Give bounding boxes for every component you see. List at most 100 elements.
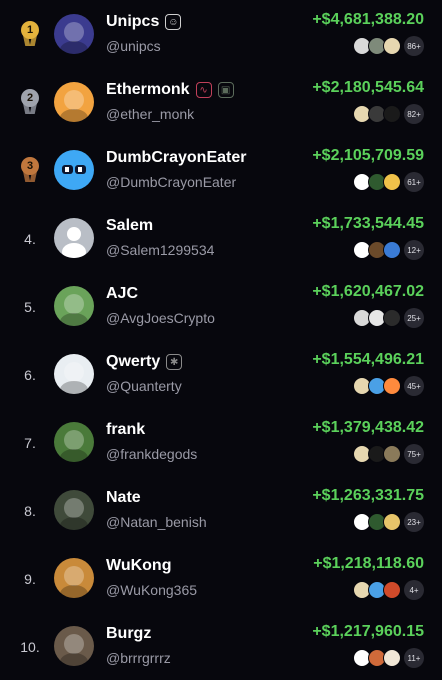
leaderboard-row[interactable]: 7. frank @frankdegods +$1,379,438.42 75+ xyxy=(0,408,442,476)
nft-thumbnail-icon[interactable] xyxy=(383,173,401,191)
trader-handle[interactable]: @WuKong365 xyxy=(106,582,197,598)
name-line: Nate xyxy=(106,488,141,508)
anime-avatar[interactable] xyxy=(54,558,94,598)
more-holdings-count[interactable]: 4+ xyxy=(404,580,424,600)
nft-thumbnail-icon[interactable] xyxy=(383,37,401,55)
more-holdings-count[interactable]: 82+ xyxy=(404,104,424,124)
verified-badge-icon: ✱ xyxy=(166,354,183,370)
pnl-value: +$1,379,438.42 xyxy=(312,419,424,436)
nft-holdings[interactable]: 4+ xyxy=(353,580,424,600)
trader-name[interactable]: Qwerty xyxy=(106,353,160,371)
nft-holdings[interactable]: 11+ xyxy=(353,648,424,668)
ape-avatar[interactable] xyxy=(54,286,94,326)
nft-thumbnail-icon[interactable] xyxy=(383,445,401,463)
leaderboard-row[interactable]: 6. Qwerty ✱ @Quanterty +$1,554,496.21 45+ xyxy=(0,340,442,408)
photo-avatar[interactable] xyxy=(54,490,94,530)
nft-thumbnail-icon[interactable] xyxy=(383,377,401,395)
trader-handle[interactable]: @brrrgrrrz xyxy=(106,650,171,666)
trader-handle[interactable]: @DumbCrayonEater xyxy=(106,174,236,190)
medal-rank-number: 2 xyxy=(21,89,39,107)
nft-thumbnail-icon[interactable] xyxy=(383,513,401,531)
more-holdings-count[interactable]: 45+ xyxy=(404,376,424,396)
nft-holdings[interactable]: 45+ xyxy=(353,376,424,396)
nft-thumbnail-icon[interactable] xyxy=(383,105,401,123)
more-holdings-count[interactable]: 75+ xyxy=(404,444,424,464)
trader-name[interactable]: DumbCrayonEater xyxy=(106,149,246,167)
trader-name[interactable]: Burgz xyxy=(106,625,151,643)
rank-cell: 9. xyxy=(12,564,48,594)
pnl-value: +$1,733,544.45 xyxy=(312,215,424,232)
trader-handle[interactable]: @Quanterty xyxy=(106,378,182,394)
leaderboard-row[interactable]: 2 Ethermonk ∿ ▣ @ether_monk +$2,180,545.64 82+ xyxy=(0,68,442,136)
nft-holdings[interactable]: 12+ xyxy=(353,240,424,260)
nft-holdings[interactable]: 23+ xyxy=(353,512,424,532)
trader-name[interactable]: AJC xyxy=(106,285,138,303)
rank-number: 6. xyxy=(24,367,36,383)
goggles-avatar[interactable] xyxy=(54,150,94,190)
name-line: AJC xyxy=(106,284,138,304)
pnl-value: +$1,620,467.02 xyxy=(312,283,424,300)
nft-thumbnail-icon[interactable] xyxy=(383,581,401,599)
trader-handle[interactable]: @unipcs xyxy=(106,38,161,54)
leaderboard-list: 1 Unipcs ☺ @unipcs +$4,681,388.20 86+ 2 Ethermo… xyxy=(0,0,442,680)
rank-cell: 10. xyxy=(12,632,48,662)
nft-thumbnail-icon[interactable] xyxy=(383,241,401,259)
name-line: Salem xyxy=(106,216,153,236)
more-holdings-count[interactable]: 11+ xyxy=(404,648,424,668)
more-holdings-count[interactable]: 23+ xyxy=(404,512,424,532)
pnl-value: +$1,217,960.15 xyxy=(312,623,424,640)
profile-badge-icon: ☺ xyxy=(165,14,182,30)
trader-name[interactable]: Ethermonk xyxy=(106,81,190,99)
robot-avatar[interactable] xyxy=(54,14,94,54)
more-holdings-count[interactable]: 25+ xyxy=(404,308,424,328)
trader-handle[interactable]: @Natan_benish xyxy=(106,514,207,530)
rank-number: 5. xyxy=(24,299,36,315)
nft-holdings[interactable]: 75+ xyxy=(353,444,424,464)
medal-rank-number: 3 xyxy=(21,157,39,175)
gold-medal-icon: 1 xyxy=(21,21,39,49)
trader-name[interactable]: WuKong xyxy=(106,557,171,575)
name-line: Qwerty ✱ xyxy=(106,352,183,372)
leaderboard-row[interactable]: 9. WuKong @WuKong365 +$1,218,118.60 4+ xyxy=(0,544,442,612)
trader-handle[interactable]: @AvgJoesCrypto xyxy=(106,310,215,326)
leaderboard-row[interactable]: 4. Salem @Salem1299534 +$1,733,544.45 12+ xyxy=(0,204,442,272)
leaderboard-row[interactable]: 1 Unipcs ☺ @unipcs +$4,681,388.20 86+ xyxy=(0,0,442,68)
silver-medal-icon: 2 xyxy=(21,89,39,117)
rank-number: 7. xyxy=(24,435,36,451)
trader-name[interactable]: Unipcs xyxy=(106,13,159,31)
rank-cell: 2 xyxy=(12,88,48,118)
pixel-badge-icon: ▣ xyxy=(217,82,234,98)
trader-name[interactable]: Salem xyxy=(106,217,153,235)
trader-handle[interactable]: @frankdegods xyxy=(106,446,197,462)
nft-holdings[interactable]: 82+ xyxy=(353,104,424,124)
nft-thumbnail-icon[interactable] xyxy=(383,309,401,327)
nft-holdings[interactable]: 25+ xyxy=(353,308,424,328)
pnl-value: +$4,681,388.20 xyxy=(312,11,424,28)
default-user-avatar[interactable] xyxy=(54,218,94,258)
rank-number: 8. xyxy=(24,503,36,519)
simpson-avatar[interactable] xyxy=(54,422,94,462)
trader-handle[interactable]: @ether_monk xyxy=(106,106,194,122)
leaderboard-row[interactable]: 5. AJC @AvgJoesCrypto +$1,620,467.02 25+ xyxy=(0,272,442,340)
rank-cell: 4. xyxy=(12,224,48,254)
more-holdings-count[interactable]: 86+ xyxy=(404,36,424,56)
name-line: WuKong xyxy=(106,556,171,576)
name-line: Burgz xyxy=(106,624,151,644)
pnl-value: +$1,554,496.21 xyxy=(312,351,424,368)
leaderboard-row[interactable]: 8. Nate @Natan_benish +$1,263,331.75 23+ xyxy=(0,476,442,544)
room-photo-avatar[interactable] xyxy=(54,626,94,666)
nft-holdings[interactable]: 86+ xyxy=(353,36,424,56)
trader-name[interactable]: Nate xyxy=(106,489,141,507)
rank-number: 4. xyxy=(24,231,36,247)
leaderboard-row[interactable]: 10. Burgz @brrrgrrrz +$1,217,960.15 11+ xyxy=(0,612,442,680)
more-holdings-count[interactable]: 61+ xyxy=(404,172,424,192)
nft-holdings[interactable]: 61+ xyxy=(353,172,424,192)
ghost-avatar[interactable] xyxy=(54,354,94,394)
trader-name[interactable]: frank xyxy=(106,421,145,439)
penguin-avatar[interactable] xyxy=(54,82,94,122)
trader-handle[interactable]: @Salem1299534 xyxy=(106,242,214,258)
nft-thumbnail-icon[interactable] xyxy=(383,649,401,667)
pnl-value: +$1,263,331.75 xyxy=(312,487,424,504)
leaderboard-row[interactable]: 3 DumbCrayonEater @DumbCrayonEater +$2,105,… xyxy=(0,136,442,204)
more-holdings-count[interactable]: 12+ xyxy=(404,240,424,260)
